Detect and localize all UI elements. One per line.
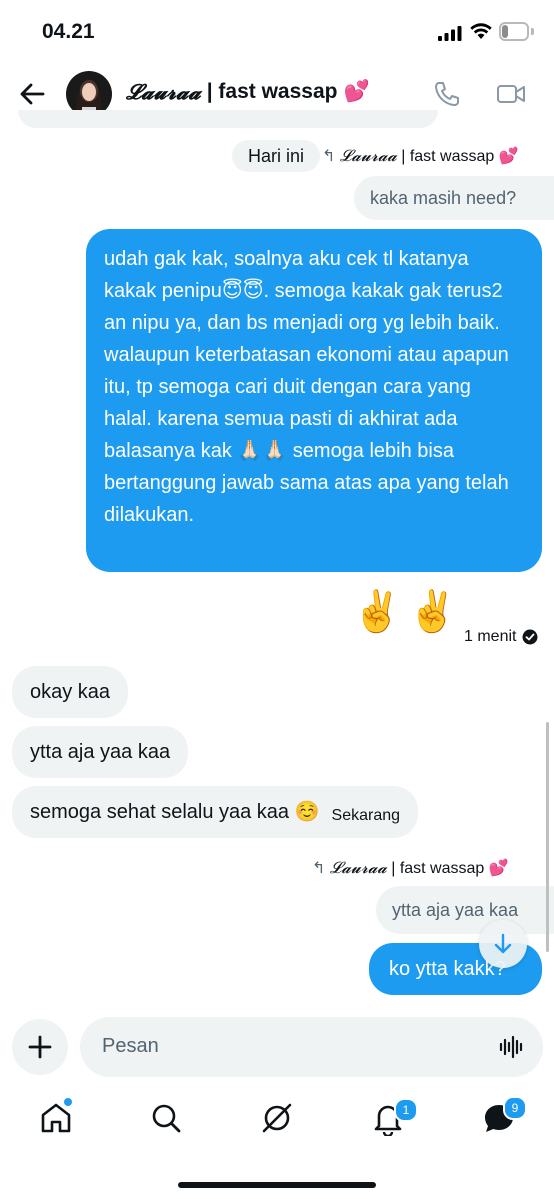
- nav-messages[interactable]: 9: [481, 1096, 527, 1136]
- nav-notifications[interactable]: 1: [370, 1098, 418, 1138]
- battery-level: 5: [510, 24, 518, 39]
- reply-name-script: 𝓛𝓪𝓾𝓻𝓪𝓪: [339, 146, 397, 165]
- nav-search[interactable]: [148, 1100, 184, 1136]
- messages-badge: 9: [503, 1096, 527, 1120]
- previous-message-bubble: [18, 110, 438, 128]
- reply-context-label: ↰ 𝓛𝓪𝓾𝓻𝓪𝓪 | fast wassap 💕: [322, 146, 519, 166]
- reply-name-script: 𝓛𝓪𝓾𝓻𝓪𝓪: [329, 858, 387, 877]
- scroll-to-bottom-button[interactable]: [479, 920, 527, 968]
- received-message-bubble[interactable]: semoga sehat selalu yaa kaa ☺️ Sekarang: [12, 786, 419, 838]
- quoted-message[interactable]: ytta aja yaa kaa: [376, 886, 554, 934]
- scrollbar[interactable]: [546, 722, 549, 952]
- wifi-icon: [470, 23, 492, 39]
- reply-arrow-icon: ↰: [312, 860, 330, 877]
- nav-home[interactable]: [38, 1098, 74, 1136]
- grok-icon: [262, 1103, 292, 1133]
- chat-title-rest: | fast wassap: [206, 80, 338, 103]
- quoted-message[interactable]: kaka masih need?: [354, 176, 554, 220]
- message-input[interactable]: Pesan: [80, 1017, 543, 1077]
- received-message-text: semoga sehat selalu yaa kaa ☺️: [30, 801, 320, 823]
- voice-message-icon[interactable]: [499, 1034, 525, 1060]
- cellular-signal-icon: [438, 26, 462, 41]
- notifications-badge: 1: [394, 1098, 418, 1122]
- sent-time-text: 1 menit: [464, 628, 517, 645]
- reply-name-rest: | fast wassap: [401, 148, 495, 165]
- date-separator: Hari ini: [232, 140, 321, 172]
- plus-icon: [28, 1035, 52, 1059]
- reply-arrow-icon: ↰: [322, 148, 340, 165]
- received-message-bubble[interactable]: okay kaa: [12, 666, 129, 718]
- read-check-icon: [522, 629, 538, 645]
- sent-message-bubble[interactable]: udah gak kak, soalnya aku cek tl katanya…: [86, 229, 542, 572]
- received-message-bubble[interactable]: ytta aja yaa kaa: [12, 726, 189, 778]
- message-input-placeholder: Pesan: [102, 1035, 159, 1057]
- message-timestamp: 1 menit: [464, 628, 538, 646]
- add-attachment-button[interactable]: [12, 1019, 68, 1075]
- reply-context-label: ↰ 𝓛𝓪𝓾𝓻𝓪𝓪 | fast wassap 💕: [312, 858, 509, 878]
- reply-name-emoji: 💕: [498, 148, 519, 165]
- chat-title-emoji: 💕: [343, 80, 370, 103]
- chat-title[interactable]: 𝓛𝓪𝓾𝓻𝓪𝓪 | fast wassap 💕: [126, 79, 370, 105]
- received-timestamp: Sekarang: [331, 807, 401, 824]
- reply-name-emoji: 💕: [488, 860, 509, 877]
- reply-name-rest: | fast wassap: [391, 860, 485, 877]
- status-time: 04.21: [42, 20, 95, 43]
- search-icon: [152, 1104, 181, 1133]
- back-arrow-icon[interactable]: [18, 80, 46, 108]
- nav-grok[interactable]: [259, 1100, 295, 1136]
- sent-emoji-message[interactable]: ✌️✌️: [352, 588, 464, 635]
- battery-icon: 5: [499, 22, 529, 41]
- new-content-dot: [64, 1098, 72, 1106]
- battery-tip: [531, 28, 534, 35]
- chat-title-script: 𝓛𝓪𝓾𝓻𝓪𝓪: [126, 79, 201, 104]
- home-indicator: [178, 1182, 376, 1188]
- video-call-icon[interactable]: [496, 80, 526, 108]
- arrow-down-icon: [494, 933, 512, 954]
- phone-call-icon[interactable]: [433, 80, 461, 108]
